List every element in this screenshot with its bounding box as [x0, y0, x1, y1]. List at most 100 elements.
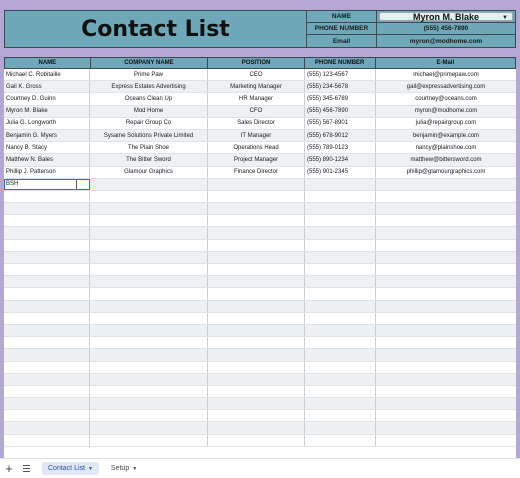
table-cell[interactable]	[4, 349, 90, 361]
table-cell[interactable]: HR Manager	[208, 93, 305, 105]
table-cell[interactable]: matthew@bittersword.com	[376, 154, 516, 165]
table-cell[interactable]	[305, 178, 376, 190]
table-cell[interactable]	[376, 325, 516, 336]
table-cell[interactable]: IT Manager	[208, 129, 305, 142]
table-cell[interactable]: phillip@glamourgraphics.com	[376, 167, 516, 178]
table-cell[interactable]	[90, 385, 208, 398]
table-cell[interactable]	[305, 337, 376, 349]
table-cell[interactable]: (555) 678-9012	[305, 129, 376, 142]
table-cell[interactable]	[305, 373, 376, 385]
table-cell[interactable]	[4, 312, 90, 324]
table-cell[interactable]: nancy@plainshoe.com	[376, 142, 516, 153]
table-cell[interactable]	[305, 251, 376, 263]
table-cell[interactable]	[376, 301, 516, 312]
table-cell[interactable]	[90, 312, 208, 324]
table-cell[interactable]	[90, 239, 208, 251]
add-sheet-icon[interactable]: +	[2, 461, 16, 476]
column-header-email[interactable]: E-Mail	[376, 58, 515, 68]
table-cell[interactable]	[208, 312, 305, 324]
table-cell[interactable]	[4, 276, 90, 288]
table-cell[interactable]: Phillip J. Patterson	[4, 166, 90, 178]
table-cell[interactable]	[376, 288, 516, 299]
table-cell[interactable]	[305, 239, 376, 251]
table-cell[interactable]	[90, 373, 208, 385]
table-cell[interactable]	[90, 361, 208, 373]
column-header-position[interactable]: POSITION	[208, 58, 305, 68]
table-cell[interactable]	[305, 410, 376, 422]
table-cell[interactable]	[4, 288, 90, 300]
table-cell[interactable]	[4, 324, 90, 337]
table-cell[interactable]	[208, 203, 305, 215]
table-cell[interactable]	[90, 215, 208, 227]
table-cell[interactable]	[208, 385, 305, 398]
table-cell[interactable]: Sales Director	[208, 117, 305, 129]
table-cell[interactable]	[305, 276, 376, 288]
table-cell[interactable]: The Bitter Sword	[90, 154, 208, 166]
table-cell[interactable]	[208, 410, 305, 422]
table-cell[interactable]	[4, 373, 90, 385]
table-cell[interactable]	[305, 190, 376, 203]
table-cell[interactable]	[305, 422, 376, 434]
table-cell[interactable]	[376, 313, 516, 324]
table-cell[interactable]: Myron M. Blake	[4, 105, 90, 117]
table-cell[interactable]	[90, 398, 208, 410]
table-cell[interactable]: (555) 123-4567	[305, 69, 376, 81]
table-cell[interactable]	[208, 349, 305, 361]
table-cell[interactable]	[90, 190, 208, 203]
table-cell[interactable]: (555) 456-7890	[305, 105, 376, 117]
table-cell[interactable]	[90, 178, 208, 190]
table-cell[interactable]	[305, 398, 376, 410]
table-cell[interactable]	[305, 324, 376, 337]
table-cell[interactable]	[208, 178, 305, 190]
table-cell[interactable]	[90, 288, 208, 300]
table-cell[interactable]	[4, 203, 90, 215]
table-cell[interactable]	[305, 300, 376, 312]
table-cell[interactable]	[376, 252, 516, 263]
table-cell[interactable]	[305, 203, 376, 215]
table-cell[interactable]	[4, 361, 90, 373]
table-cell[interactable]	[208, 276, 305, 288]
table-cell[interactable]	[4, 337, 90, 349]
table-cell[interactable]	[376, 191, 516, 202]
table-cell[interactable]: Mod Home	[90, 105, 208, 117]
table-cell[interactable]	[376, 435, 516, 446]
table-cell[interactable]	[4, 264, 90, 276]
table-cell[interactable]: Matthew N. Bales	[4, 154, 90, 166]
table-cell[interactable]: (555) 890-1234	[305, 154, 376, 166]
table-cell[interactable]	[4, 422, 90, 434]
table-cell[interactable]: Sysame Solutions Private Limited	[90, 129, 208, 142]
table-cell[interactable]	[208, 239, 305, 251]
table-cell[interactable]	[376, 276, 516, 287]
table-cell[interactable]	[208, 288, 305, 300]
active-cell[interactable]: BSH	[4, 178, 90, 190]
table-cell[interactable]: Prime Paw	[90, 69, 208, 81]
table-cell[interactable]: michael@primepaw.com	[376, 69, 516, 80]
table-cell[interactable]: Julia G. Longworth	[4, 117, 90, 129]
table-cell[interactable]: (555) 901-2345	[305, 166, 376, 178]
table-cell[interactable]: julia@repairgroup.com	[376, 118, 516, 129]
table-cell[interactable]	[208, 398, 305, 410]
table-cell[interactable]: Finance Director	[208, 166, 305, 178]
table-cell[interactable]	[208, 324, 305, 337]
table-cell[interactable]: (555) 789-0123	[305, 142, 376, 154]
table-cell[interactable]: Nancy B. Stacy	[4, 142, 90, 154]
table-cell[interactable]	[376, 422, 516, 433]
table-cell[interactable]: Courtney D. Guinn	[4, 93, 90, 105]
table-cell[interactable]	[90, 251, 208, 263]
chevron-down-icon[interactable]: ▼	[132, 466, 137, 472]
table-cell[interactable]	[208, 361, 305, 373]
table-cell[interactable]	[4, 227, 90, 239]
table-cell[interactable]	[305, 349, 376, 361]
table-cell[interactable]	[208, 300, 305, 312]
chevron-down-icon[interactable]: ▼	[502, 15, 508, 21]
table-cell[interactable]	[208, 373, 305, 385]
table-cell[interactable]	[208, 337, 305, 349]
table-cell[interactable]	[90, 264, 208, 276]
table-cell[interactable]	[376, 386, 516, 397]
table-cell[interactable]	[305, 227, 376, 239]
table-cell[interactable]	[376, 215, 516, 226]
table-cell[interactable]: Operations Head	[208, 142, 305, 154]
table-cell[interactable]	[90, 434, 208, 446]
all-sheets-menu-icon[interactable]	[20, 463, 32, 475]
table-cell[interactable]: (555) 345-6789	[305, 93, 376, 105]
